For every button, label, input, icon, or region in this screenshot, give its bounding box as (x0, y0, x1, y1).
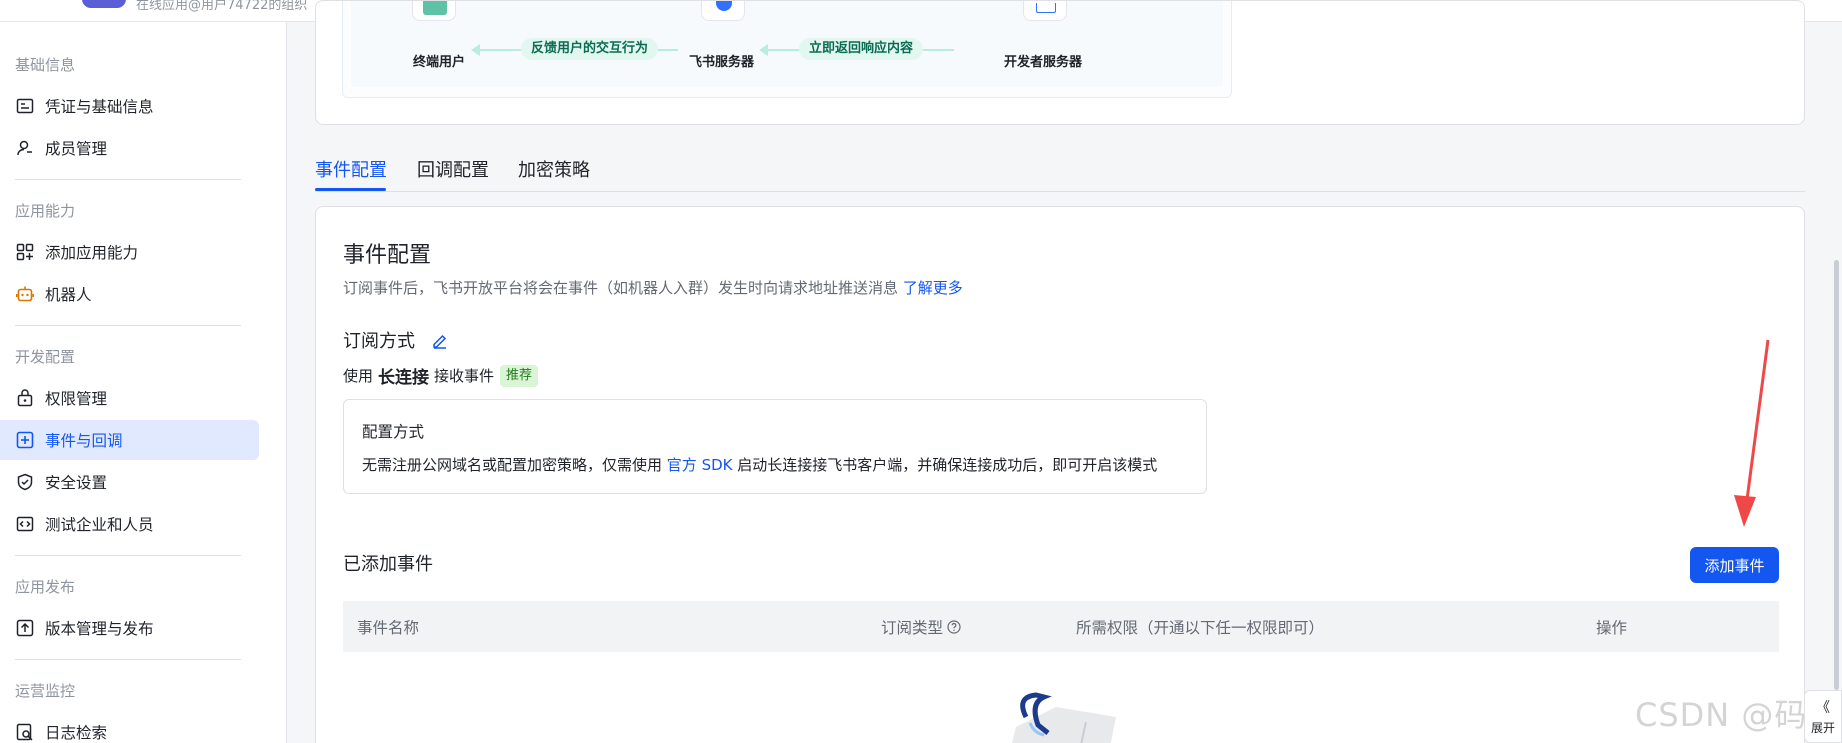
user-icon (15, 138, 35, 158)
sidebar-item-label: 安全设置 (45, 474, 108, 492)
sidebar: 基础信息 凭证与基础信息 成员管理 应用能力 添加应用能力 机器人 开发配置 权… (0, 22, 287, 743)
active-tab-indicator (315, 188, 386, 191)
robot-icon (15, 284, 35, 304)
config-method-desc: 无需注册公网域名或配置加密策略，仅需使用 官方 SDK 启动长连接接飞书客户端，… (362, 454, 1157, 475)
developer-server-icon (1023, 1, 1067, 21)
code-icon (15, 514, 35, 534)
events-table-header: 事件名称 订阅类型 所需权限（开通以下任一权限即可） 操作 (343, 601, 1779, 652)
config-method-title: 配置方式 (362, 423, 425, 441)
help-icon[interactable] (947, 620, 961, 634)
shield-icon (15, 472, 35, 492)
log-search-icon (15, 722, 35, 742)
section-description: 订阅事件后，飞书开放平台将会在事件（如机器人入群）发生时向请求地址推送消息 了解… (343, 277, 963, 298)
config-tabs: 事件配置 回调配置 加密策略 (315, 148, 1805, 192)
event-config-card: 事件配置 订阅事件后，飞书开放平台将会在事件（如机器人入群）发生时向请求地址推送… (315, 206, 1805, 743)
app-avatar[interactable] (82, 0, 126, 8)
flow-node-developer: 开发者服务器 (1004, 55, 1083, 70)
tab-callback-config[interactable]: 回调配置 (417, 156, 489, 182)
scrollbar[interactable] (1834, 260, 1839, 690)
col-required-permission: 所需权限（开通以下任一权限即可） (1076, 619, 1325, 637)
learn-more-link[interactable]: 了解更多 (903, 279, 963, 297)
sidebar-group-ops: 运营监控 (15, 682, 76, 700)
flow-diagram: 终端用户 反馈用户的交互行为 飞书服务器 立即返回响应内容 开发者服务器 (342, 1, 1232, 98)
breadcrumb[interactable]: 在线应用@用户74722的组织 (136, 0, 307, 13)
expand-panel-button[interactable]: 《 展开 (1804, 690, 1842, 743)
col-action: 操作 (1596, 619, 1628, 637)
col-event-name: 事件名称 (357, 619, 420, 637)
config-desc-suffix: 启动长连接接飞书客户端，并确保连接成功后，即可开启该模式 (737, 456, 1158, 474)
sidebar-group-dev: 开发配置 (15, 348, 76, 366)
feishu-server-icon (701, 1, 745, 21)
sidebar-group-publish: 应用发布 (15, 578, 76, 596)
sidebar-item-add-capability[interactable]: 添加应用能力 (0, 232, 259, 272)
recommend-badge: 推荐 (500, 364, 539, 387)
sidebar-item-test-org[interactable]: 测试企业和人员 (0, 504, 259, 544)
id-card-icon (15, 96, 35, 116)
grid-add-icon (15, 242, 35, 262)
tab-event-config[interactable]: 事件配置 (315, 156, 387, 182)
sidebar-item-label: 版本管理与发布 (45, 620, 154, 638)
sidebar-divider (15, 179, 241, 180)
flow-node-user: 终端用户 (413, 55, 466, 70)
description-text: 订阅事件后，飞书开放平台将会在事件（如机器人入群）发生时向请求地址推送消息 (343, 279, 899, 297)
flow-label-feedback: 反馈用户的交互行为 (521, 38, 659, 60)
arrow-left-icon (471, 44, 480, 56)
flow-node-feishu: 飞书服务器 (689, 55, 755, 70)
sidebar-item-version-publish[interactable]: 版本管理与发布 (0, 608, 259, 648)
use-prefix: 使用 (343, 367, 374, 385)
subscribe-mode-heading: 订阅方式 (343, 327, 449, 353)
sidebar-item-credentials[interactable]: 凭证与基础信息 (0, 86, 259, 126)
sidebar-item-permissions[interactable]: 权限管理 (0, 378, 259, 418)
added-events-title: 已添加事件 (343, 554, 433, 575)
sidebar-item-events-callbacks[interactable]: 事件与回调 (0, 420, 259, 460)
lock-icon (15, 388, 35, 408)
section-title: 事件配置 (343, 243, 432, 268)
arrow-left-icon (759, 44, 768, 56)
annotation-arrow (1734, 339, 1770, 527)
tab-encryption[interactable]: 加密策略 (518, 156, 590, 182)
use-suffix: 接收事件 (434, 367, 495, 385)
sidebar-item-label: 日志检索 (45, 724, 108, 742)
sidebar-item-label: 权限管理 (45, 390, 108, 408)
flow-label-return: 立即返回响应内容 (799, 38, 924, 60)
use-mode: 长连接 (378, 368, 430, 388)
sidebar-item-bot[interactable]: 机器人 (0, 274, 259, 314)
expand-label: 展开 (1810, 721, 1835, 735)
sidebar-divider (15, 325, 241, 326)
sidebar-item-label: 添加应用能力 (45, 244, 139, 262)
sidebar-divider (15, 555, 241, 556)
sidebar-item-label: 事件与回调 (45, 432, 123, 450)
sidebar-group-basic: 基础信息 (15, 56, 76, 74)
subscribe-mode-line: 使用 长连接 接收事件 推荐 (343, 363, 539, 388)
terminal-user-icon (412, 1, 456, 21)
add-event-button[interactable]: 添加事件 (1690, 547, 1779, 583)
sidebar-divider (15, 659, 241, 660)
sidebar-item-security[interactable]: 安全设置 (0, 462, 259, 502)
empty-state-illustration (996, 687, 1136, 743)
config-method-box: 配置方式 无需注册公网域名或配置加密策略，仅需使用 官方 SDK 启动长连接接飞… (343, 399, 1207, 494)
edit-icon[interactable] (431, 331, 449, 349)
double-chevron-left-icon: 《 (1816, 700, 1830, 716)
sidebar-item-log-search[interactable]: 日志检索 (0, 712, 259, 743)
sidebar-item-label: 成员管理 (45, 140, 108, 158)
flow-card: 终端用户 反馈用户的交互行为 飞书服务器 立即返回响应内容 开发者服务器 (315, 0, 1805, 125)
event-icon (15, 430, 35, 450)
sidebar-item-members[interactable]: 成员管理 (0, 128, 259, 168)
subscribe-title: 订阅方式 (343, 331, 415, 352)
col-subscribe-type-label: 订阅类型 (881, 619, 944, 637)
col-subscribe-type: 订阅类型 (881, 616, 961, 638)
official-sdk-link[interactable]: 官方 SDK (667, 456, 733, 474)
sidebar-item-label: 测试企业和人员 (45, 516, 154, 534)
upload-icon (15, 618, 35, 638)
sidebar-item-label: 凭证与基础信息 (45, 98, 154, 116)
sidebar-item-label: 机器人 (45, 286, 92, 304)
config-desc-prefix: 无需注册公网域名或配置加密策略，仅需使用 (362, 456, 663, 474)
sidebar-group-capabilities: 应用能力 (15, 202, 76, 220)
